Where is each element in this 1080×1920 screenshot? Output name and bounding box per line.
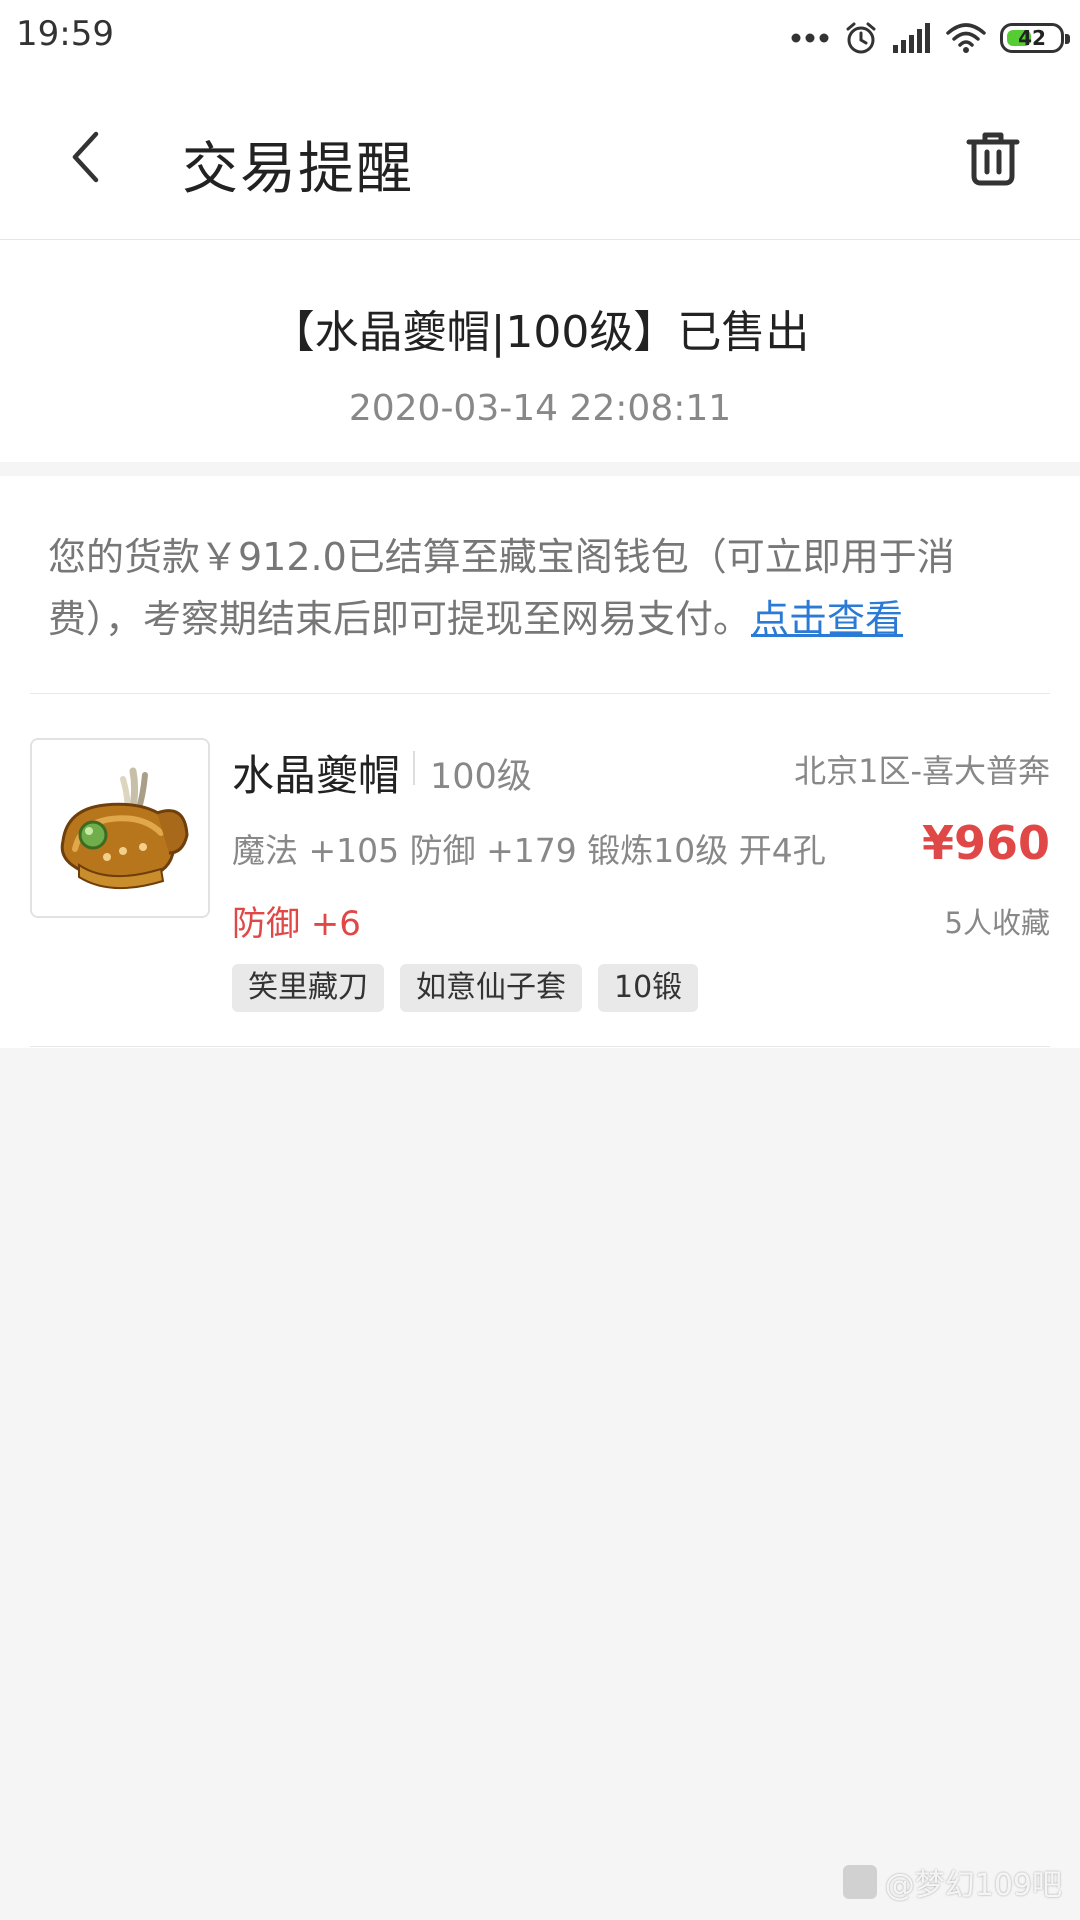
- status-icons: 42: [790, 18, 1070, 58]
- message-header: 【水晶夔帽|100级】已售出 2020-03-14 22:08:11: [0, 240, 1080, 462]
- wifi-icon: [946, 23, 986, 53]
- signal-icon: [893, 23, 930, 53]
- more-dots-icon: [791, 33, 829, 43]
- watermark-text: @梦幻109吧: [884, 1868, 1062, 1903]
- page-title: 交易提醒: [182, 137, 414, 202]
- battery-icon: 42: [1000, 23, 1070, 53]
- delete-button[interactable]: [958, 122, 1028, 194]
- settlement-notice: 您的货款￥912.0已结算至藏宝阁钱包（可立即用于消费），考察期结束后即可提现至…: [48, 526, 1038, 650]
- app-header: 交易提醒: [0, 78, 1080, 240]
- view-details-link[interactable]: 点击查看: [751, 597, 903, 641]
- item-bonus: 防御 +6: [232, 904, 361, 944]
- item-tags: 笑里藏刀 如意仙子套 10锻: [232, 964, 699, 1012]
- item-price: ¥960: [921, 816, 1050, 870]
- status-time: 19:59: [16, 14, 114, 54]
- divider: [30, 1046, 1050, 1047]
- tag: 如意仙子套: [400, 964, 582, 1012]
- chevron-left-icon: [72, 131, 99, 183]
- trash-icon: [966, 132, 1020, 186]
- item-level: 100级: [430, 757, 532, 797]
- message-title: 【水晶夔帽|100级】已售出: [270, 307, 810, 358]
- level-separator: [413, 751, 415, 785]
- watermark: @梦幻109吧: [842, 1860, 1062, 1904]
- item-name: 水晶夔帽: [232, 751, 401, 800]
- tag: 10锻: [598, 964, 699, 1012]
- item-card[interactable]: 水晶夔帽 100级 北京1区-喜大普奔 魔法 +105 防御 +179 锻炼10…: [0, 694, 1080, 1024]
- message-body: 您的货款￥912.0已结算至藏宝阁钱包（可立即用于消费），考察期结束后即可提现至…: [0, 476, 1080, 1048]
- tag: 笑里藏刀: [232, 964, 384, 1012]
- item-favorites: 5人收藏: [944, 906, 1050, 940]
- message-time: 2020-03-14 22:08:11: [348, 388, 732, 429]
- status-bar: 19:59 42: [0, 0, 1080, 78]
- back-button[interactable]: [50, 122, 120, 192]
- helmet-icon: [60, 767, 189, 890]
- watermark-logo: [842, 1865, 877, 1899]
- item-attributes: 魔法 +105 防御 +179 锻炼10级 开4孔: [232, 831, 826, 870]
- item-thumbnail: [30, 738, 210, 918]
- item-server: 北京1区-喜大普奔: [794, 752, 1050, 790]
- battery-level: 42: [1018, 26, 1046, 50]
- alarm-icon: [846, 22, 876, 54]
